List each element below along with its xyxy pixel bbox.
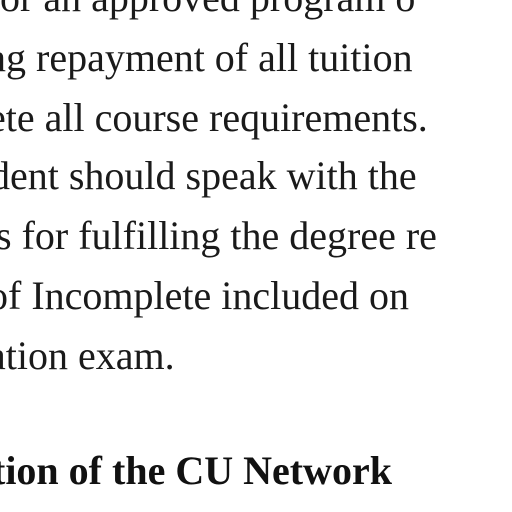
paragraph-line: dent should speak with the <box>0 153 417 198</box>
paragraph-line: s for fulfilling the degree re <box>0 213 437 258</box>
paragraph-line: ete all course requirements. <box>0 95 428 140</box>
paragraph-line: of Incomplete included on <box>0 273 409 318</box>
paragraph-line: ation exam. <box>0 333 175 378</box>
document-page: or an approved program o ng repayment of… <box>0 0 512 512</box>
section-heading: tion of the CU Network <box>0 448 392 493</box>
paragraph-line: ng repayment of all tuition <box>0 35 413 80</box>
paragraph-line: or an approved program o <box>0 0 415 18</box>
